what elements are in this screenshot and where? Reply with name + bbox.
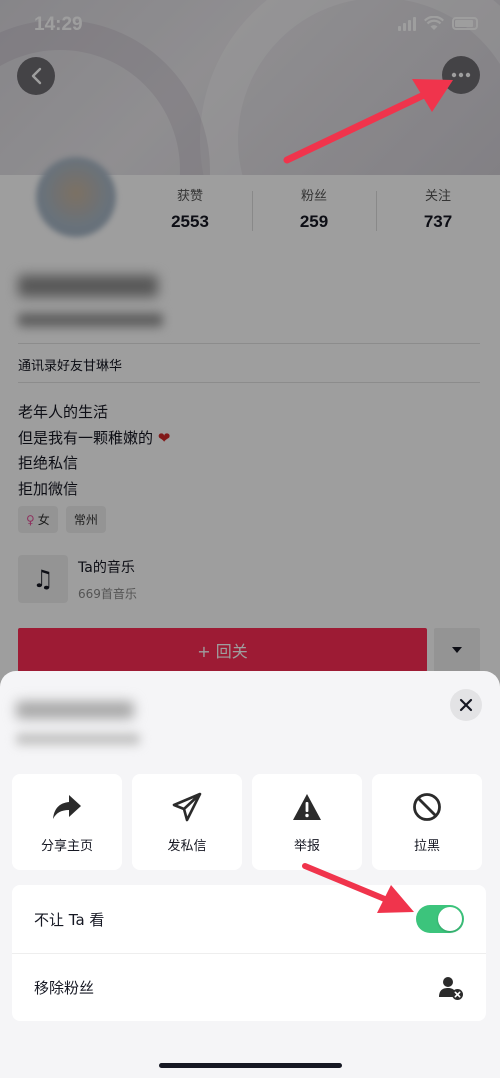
- row-label: 移除粉丝: [34, 979, 95, 997]
- block-icon: [411, 791, 443, 823]
- home-indicator: [159, 1063, 342, 1068]
- action-sheet: 分享主页 发私信 举报 拉黑 不让 Ta 看 移除粉丝: [0, 671, 500, 1078]
- report-warning-icon: [291, 791, 323, 823]
- settings-list: 不让 Ta 看 移除粉丝: [12, 885, 486, 1021]
- send-message-button[interactable]: 发私信: [132, 774, 242, 870]
- hide-from-user-row: 不让 Ta 看: [12, 885, 486, 953]
- close-icon: [459, 698, 473, 712]
- share-icon: [51, 791, 83, 823]
- hide-from-user-toggle[interactable]: [416, 905, 464, 933]
- block-button[interactable]: 拉黑: [372, 774, 482, 870]
- close-sheet-button[interactable]: [450, 689, 482, 721]
- blurred-username: [16, 701, 134, 719]
- share-profile-button[interactable]: 分享主页: [12, 774, 122, 870]
- report-button[interactable]: 举报: [252, 774, 362, 870]
- remove-follower-row[interactable]: 移除粉丝: [12, 953, 486, 1021]
- action-label: 分享主页: [40, 838, 93, 854]
- action-buttons: 分享主页 发私信 举报 拉黑: [12, 774, 482, 870]
- blurred-user-id: [16, 733, 140, 745]
- action-label: 发私信: [167, 838, 207, 854]
- action-label: 举报: [293, 838, 320, 854]
- action-label: 拉黑: [413, 838, 440, 854]
- remove-follower-icon: [439, 976, 463, 1000]
- send-message-icon: [171, 791, 203, 823]
- row-label: 不让 Ta 看: [34, 910, 105, 929]
